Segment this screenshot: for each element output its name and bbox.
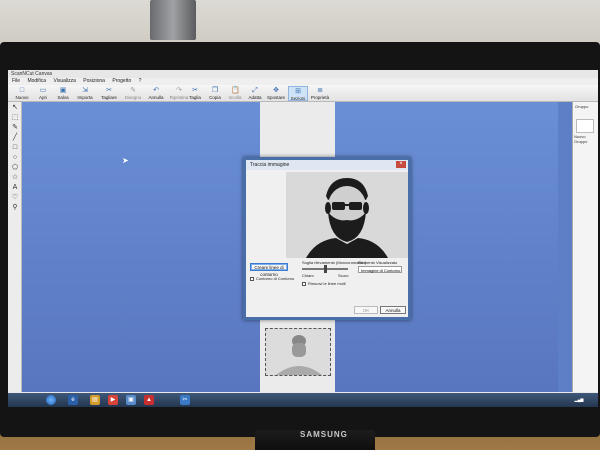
fit-button[interactable]: ⤢ Adatta (246, 86, 264, 101)
outline-checkbox[interactable] (250, 276, 254, 281)
tool-palette: ↖ ⬚ ✎ ╱ □ ○ ⬠ ☆ A ♡ ⚲ (8, 102, 22, 392)
new-file-icon: □ (19, 87, 25, 94)
outline-option[interactable]: Contorno di Contorno (250, 276, 294, 281)
menu-file[interactable]: File (12, 78, 20, 84)
properties-button[interactable]: ≣ Proprietà (309, 86, 331, 101)
explorer-icon[interactable]: ▤ (90, 395, 100, 405)
threshold-slider[interactable] (302, 265, 348, 273)
ellipse-icon[interactable]: ○ (10, 153, 20, 162)
save-icon: ▣ (59, 87, 67, 94)
traced-image-thumbnail[interactable] (265, 328, 331, 376)
polygon-icon[interactable]: ⬠ (10, 163, 20, 172)
redo-icon: ↷ (176, 87, 182, 94)
system-tray-clock[interactable]: ▂▄▆ (568, 395, 590, 405)
sections-button[interactable]: ⊞ Sezioni (288, 86, 308, 101)
new-button[interactable]: □ Nuovo (12, 86, 32, 101)
move-icon: ✥ (273, 87, 279, 94)
window-title: ScanNCut Canvas (11, 71, 53, 77)
menu-visualizza[interactable]: Visualizza (53, 78, 75, 84)
star-icon[interactable]: ☆ (10, 173, 20, 182)
remove-soft-lines-checkbox[interactable] (302, 281, 306, 286)
app-icon-2[interactable]: ▲ (144, 395, 154, 405)
line-icon[interactable]: ╱ (10, 133, 20, 142)
group-panel: Gruppo Nuovo Gruppo (572, 102, 598, 392)
screen: ScanNCut Canvas File Modifica Visualizza… (8, 70, 598, 402)
undo-button[interactable]: ↶ Annulla (146, 86, 166, 101)
dialog-title: Traccia immagine (246, 160, 408, 170)
cut-button[interactable]: ✂ Taglia (186, 86, 204, 101)
node-edit-icon[interactable]: ⬚ (10, 113, 20, 122)
range-left-label: Chiaro (302, 273, 314, 278)
view-select[interactable]: Immagine di Contorno (358, 266, 402, 273)
menu-help[interactable]: ? (139, 78, 142, 84)
rectangle-icon[interactable]: □ (10, 143, 20, 152)
window-titlebar: ScanNCut Canvas (8, 70, 598, 78)
remove-soft-lines-option[interactable]: Rimuovi le linee molli (302, 281, 346, 286)
thumbnail-portrait-icon (276, 335, 322, 375)
windows-taskbar: e ▤ ▶ ▣ ▲ ✂ ▂▄▆ (8, 393, 598, 407)
save-button[interactable]: ▣ Salva (54, 86, 72, 101)
properties-icon: ≣ (317, 87, 323, 94)
zoom-icon[interactable]: ⚲ (10, 203, 20, 212)
drawing-button[interactable]: ✎ Disegno (122, 86, 144, 101)
group-thumbnail[interactable] (576, 119, 594, 133)
shelf-bracket (150, 0, 196, 40)
image-preview (286, 172, 408, 258)
fit-icon: ⤢ (252, 87, 258, 94)
cancel-button[interactable]: Annulla (380, 306, 406, 314)
background-wall (0, 0, 600, 45)
cut-data-icon: ✂ (106, 87, 112, 94)
drawing-icon: ✎ (130, 87, 136, 94)
copy-button[interactable]: ❐ Copia (206, 86, 224, 101)
group-panel-heading: Gruppo (575, 104, 589, 109)
cut-data-button[interactable]: ✂ Tagliare (98, 86, 120, 101)
copy-icon: ❐ (211, 87, 219, 94)
undo-icon: ↶ (153, 87, 159, 94)
start-button-icon[interactable] (46, 395, 56, 405)
import-button[interactable]: ⇲ Importa (74, 86, 96, 101)
select-arrow-icon[interactable]: ↖ (10, 103, 20, 112)
text-icon[interactable]: A (10, 183, 20, 192)
media-icon[interactable]: ▶ (108, 395, 118, 405)
menu-posiziona[interactable]: Posiziona (83, 78, 105, 84)
group-item-label: Nuovo Gruppo (574, 134, 588, 144)
folder-icon: ▭ (39, 87, 47, 94)
scanncut-taskbar-icon[interactable]: ✂ (180, 395, 190, 405)
bearded-man-portrait-icon (286, 172, 408, 258)
close-icon[interactable]: × (396, 161, 406, 168)
threshold-label: Soglia rilevamento (Monocromatico) (302, 260, 367, 265)
menu-bar: File Modifica Visualizza Posiziona Proge… (8, 78, 598, 85)
monitor-brand: SAMSUNG (300, 430, 348, 439)
trace-outline-button[interactable]: Creare linee di contorno (250, 263, 288, 277)
sections-icon: ⊞ (295, 88, 301, 95)
open-button[interactable]: ▭ Apri (34, 86, 52, 101)
menu-progetto[interactable]: Progetto (112, 78, 131, 84)
toolbar: □ Nuovo ▭ Apri ▣ Salva ⇲ Importa ✂ Tagli… (8, 85, 598, 102)
scissors-icon: ✂ (192, 87, 198, 94)
heart-icon[interactable]: ♡ (10, 193, 20, 202)
import-icon: ⇲ (82, 87, 88, 94)
mouse-pointer-icon: ➤ (122, 156, 129, 165)
paste-icon: 📋 (231, 87, 240, 94)
pen-icon[interactable]: ✎ (10, 123, 20, 132)
ok-button[interactable]: OK (354, 306, 378, 314)
paste-button[interactable]: 📋 Incolla (226, 86, 244, 101)
threshold-slider-thumb[interactable] (324, 265, 327, 273)
range-right-label: Scuro (338, 273, 349, 278)
view-label: Elemento Visualizzato (358, 260, 398, 265)
trace-image-dialog: Traccia immagine × Creare linee di conto… (243, 157, 411, 320)
move-button[interactable]: ✥ Spostare (265, 86, 287, 101)
menu-modifica[interactable]: Modifica (27, 78, 46, 84)
ie-icon[interactable]: e (68, 395, 78, 405)
app-icon-1[interactable]: ▣ (126, 395, 136, 405)
